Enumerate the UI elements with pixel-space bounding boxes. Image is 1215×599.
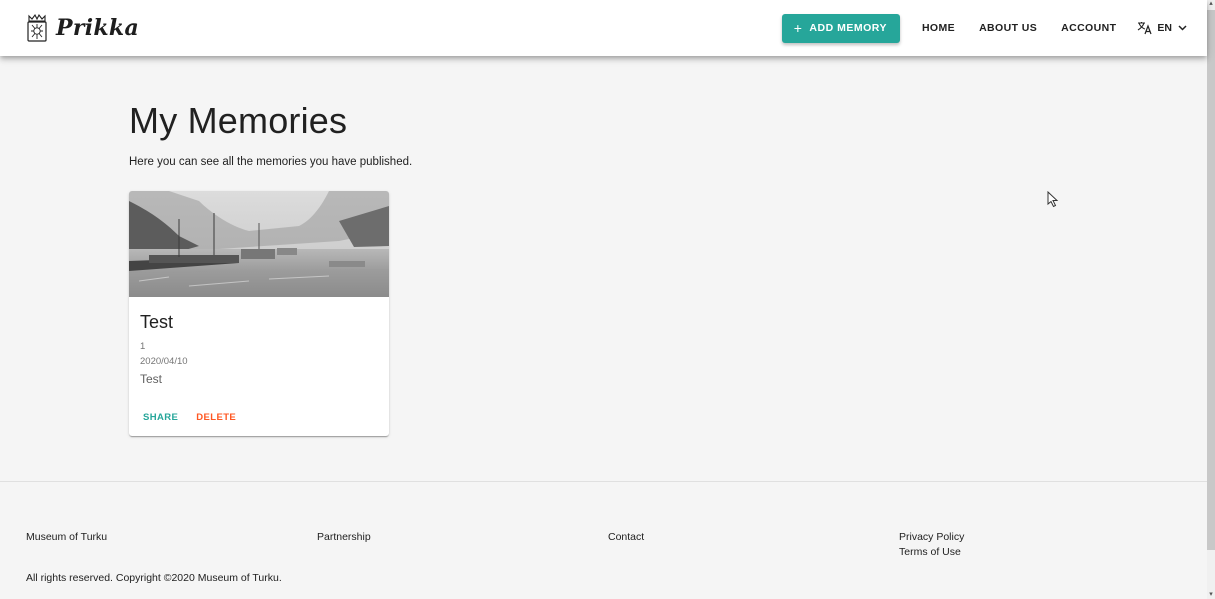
memory-number: 1 bbox=[140, 341, 146, 352]
top-nav: + ADD MEMORY HOME ABOUT US ACCOUNT EN bbox=[781, 12, 1187, 44]
scroll-down-icon[interactable]: ▾ bbox=[1208, 591, 1214, 598]
crest-icon bbox=[27, 13, 47, 42]
delete-button[interactable]: DELETE bbox=[196, 412, 236, 423]
translate-icon bbox=[1138, 22, 1152, 35]
page-scrollbar[interactable]: ▴ ▾ bbox=[1207, 0, 1215, 599]
add-memory-label: ADD MEMORY bbox=[809, 22, 887, 34]
footer-museum-link[interactable]: Museum of Turku bbox=[26, 531, 107, 543]
plus-icon: + bbox=[793, 20, 803, 36]
memory-photo[interactable] bbox=[129, 191, 389, 297]
nav-about-us[interactable]: ABOUT US bbox=[967, 22, 1049, 34]
page-title: My Memories bbox=[129, 100, 348, 141]
mouse-cursor-icon bbox=[1047, 191, 1059, 208]
footer-divider bbox=[0, 481, 1207, 482]
language-selector[interactable]: EN bbox=[1128, 21, 1187, 35]
scroll-up-icon[interactable]: ▴ bbox=[1208, 0, 1214, 7]
memory-title: Test bbox=[140, 312, 174, 332]
app-bar: Prikka + ADD MEMORY HOME ABOUT US ACCOUN… bbox=[0, 0, 1207, 56]
memory-card[interactable]: Test 1 2020/04/10 Test SHARE DELETE bbox=[129, 191, 389, 436]
brand-logo[interactable]: Prikka bbox=[26, 13, 139, 43]
page-subtitle: Here you can see all the memories you ha… bbox=[129, 156, 413, 168]
nav-home[interactable]: HOME bbox=[910, 22, 967, 34]
memory-date: 2020/04/10 bbox=[140, 356, 188, 367]
footer-privacy-link[interactable]: Privacy Policy bbox=[899, 531, 964, 543]
footer-partnership-link[interactable]: Partnership bbox=[317, 531, 371, 543]
language-code: EN bbox=[1157, 22, 1172, 34]
card-actions: SHARE DELETE bbox=[143, 412, 236, 423]
memory-description: Test bbox=[140, 372, 163, 386]
footer-terms-link[interactable]: Terms of Use bbox=[899, 546, 961, 558]
brand-name: Prikka bbox=[56, 15, 140, 41]
scrollbar-thumb[interactable] bbox=[1207, 10, 1215, 550]
chevron-down-icon bbox=[1178, 25, 1187, 31]
footer-copyright: All rights reserved. Copyright ©2020 Mus… bbox=[26, 572, 282, 584]
footer-contact-link[interactable]: Contact bbox=[608, 531, 644, 543]
share-button[interactable]: SHARE bbox=[143, 412, 178, 423]
nav-account[interactable]: ACCOUNT bbox=[1049, 22, 1128, 34]
add-memory-button[interactable]: + ADD MEMORY bbox=[781, 13, 900, 43]
